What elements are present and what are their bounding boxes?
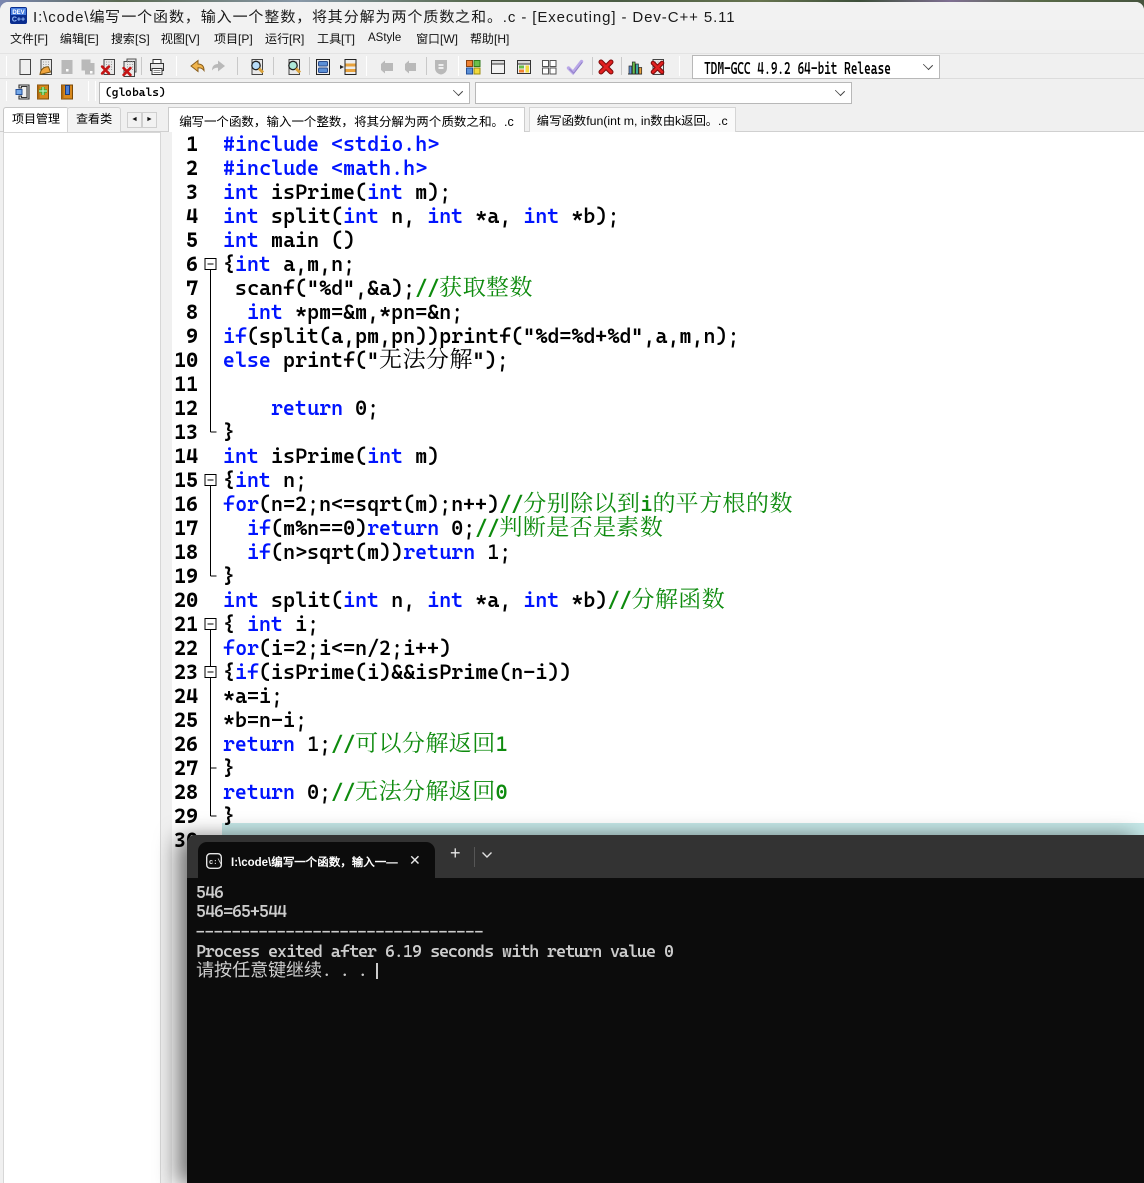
svg-text:C++: C++	[12, 17, 25, 24]
svg-text:DEV: DEV	[12, 10, 24, 16]
svg-text:c:\: c:\	[209, 859, 222, 867]
